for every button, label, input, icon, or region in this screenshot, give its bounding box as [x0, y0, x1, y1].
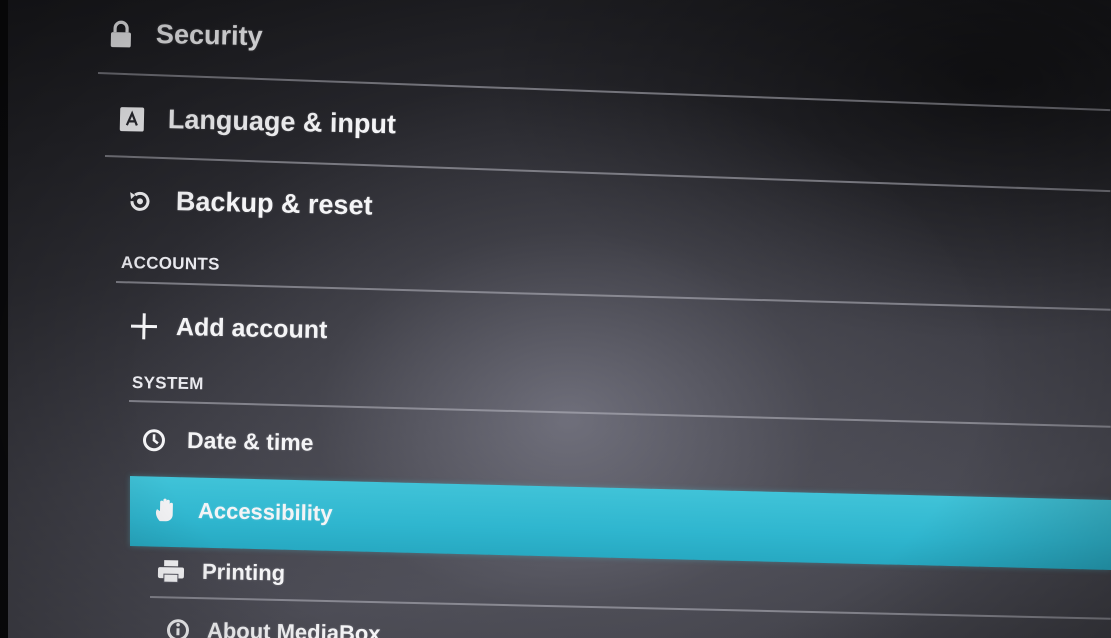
settings-item-label: Date & time	[186, 426, 314, 456]
restore-icon	[126, 187, 155, 216]
settings-item-date-time[interactable]: Date & time	[141, 426, 314, 457]
settings-item-security[interactable]: Security	[108, 18, 263, 52]
section-header-accounts: ACCOUNTS	[120, 253, 220, 274]
settings-item-label: About MediaBox	[206, 617, 381, 638]
section-header-system: SYSTEM	[131, 373, 204, 394]
settings-screen: Security Language & input Backup & reset…	[8, 0, 1111, 638]
plus-icon	[128, 310, 161, 343]
printer-icon	[156, 558, 186, 585]
divider	[128, 400, 1111, 428]
settings-list: Security Language & input Backup & reset…	[8, 0, 1111, 638]
settings-item-label: Add account	[175, 312, 328, 344]
photo-frame: Security Language & input Backup & reset…	[0, 0, 1111, 638]
divider	[149, 596, 1111, 620]
settings-item-label: Language & input	[167, 104, 397, 140]
info-icon	[165, 617, 191, 638]
settings-item-about[interactable]: About MediaBox	[165, 617, 381, 638]
settings-item-label: Accessibility	[197, 497, 333, 526]
settings-item-label: Printing	[201, 558, 286, 586]
lock-icon	[108, 19, 135, 50]
hand-icon	[152, 496, 181, 525]
divider	[115, 281, 1111, 311]
settings-item-label: Security	[155, 19, 263, 52]
keyboard-icon	[118, 105, 147, 134]
divider	[104, 155, 1111, 193]
settings-item-add-account[interactable]: Add account	[128, 310, 328, 346]
settings-item-accessibility[interactable]: Accessibility	[152, 496, 333, 528]
clock-icon	[141, 427, 168, 454]
settings-item-language-input[interactable]: Language & input	[118, 103, 397, 140]
settings-item-printing[interactable]: Printing	[156, 558, 286, 586]
settings-item-label: Backup & reset	[175, 186, 373, 221]
settings-item-backup-reset[interactable]: Backup & reset	[126, 185, 373, 222]
